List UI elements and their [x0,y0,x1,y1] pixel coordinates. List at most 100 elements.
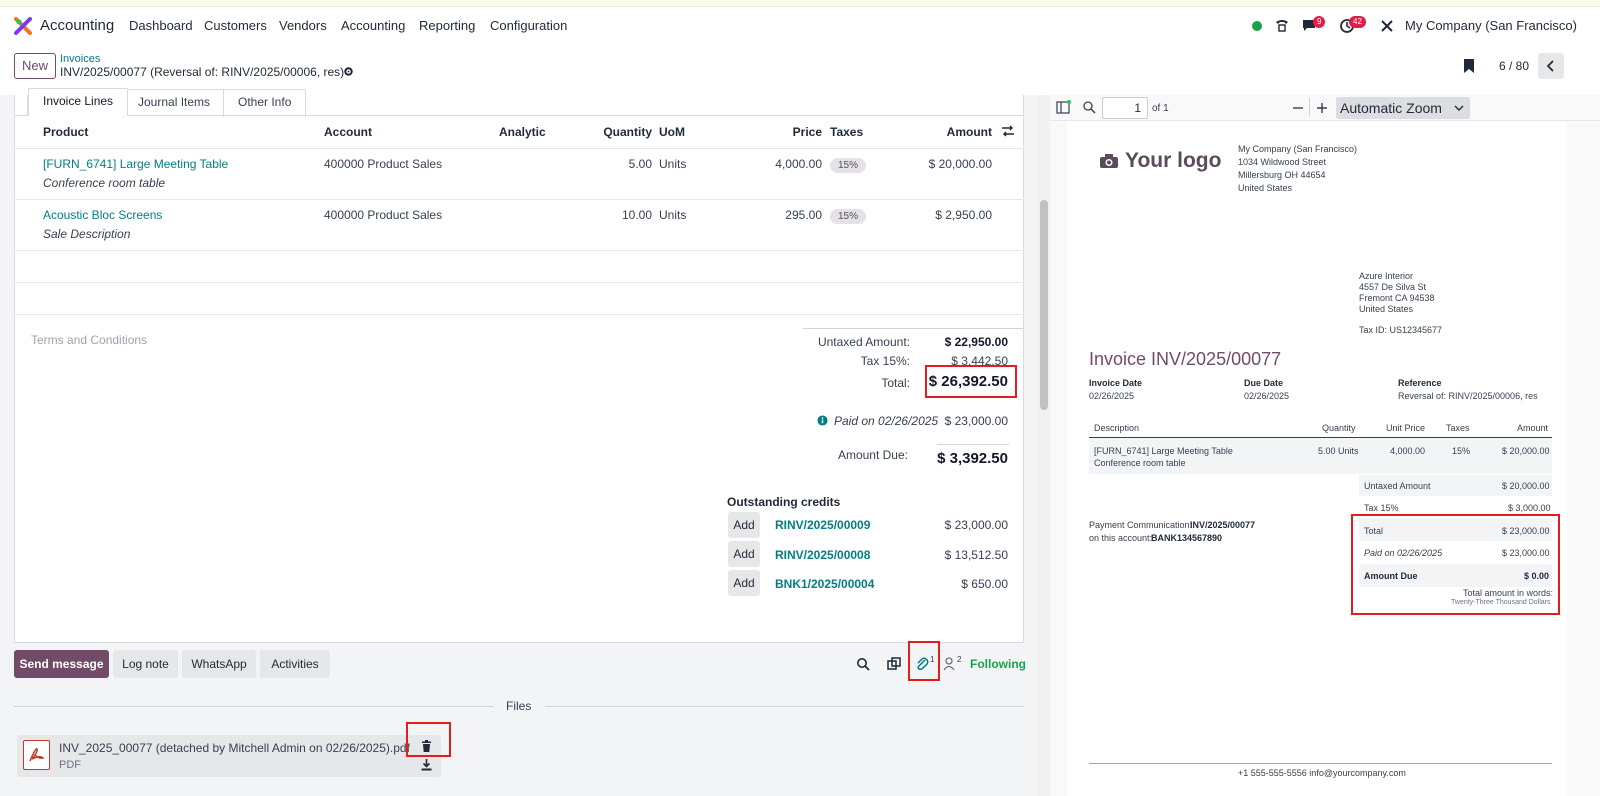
pdf-search-icon[interactable] [1082,100,1096,114]
add-credit-button[interactable]: Add [728,570,760,596]
line-product[interactable]: Acoustic Bloc Screens [43,208,162,222]
record-title: INV/2025/00077 (Reversal of: RINV/2025/0… [60,65,345,79]
menu-configuration[interactable]: Configuration [490,18,567,33]
line-uom[interactable]: Units [659,208,686,222]
terms-field[interactable]: Terms and Conditions [31,333,147,347]
pdf-reference-label: Reference [1398,378,1442,388]
send-message-button[interactable]: Send message [14,650,109,678]
line-description[interactable]: Sale Description [43,227,130,241]
add-credit-button[interactable]: Add [728,512,760,538]
tab-spacer [14,95,28,115]
line-account[interactable]: 400000 Product Sales [324,208,442,222]
tab-journal-items[interactable]: Journal Items [123,89,226,117]
col-analytic[interactable]: Analytic [499,125,546,139]
tax-label: Tax 15%: [860,354,910,368]
followers-icon[interactable] [943,657,955,671]
credit-ref[interactable]: RINV/2025/00008 [775,548,870,562]
pdf-col-unit-price: Unit Price [1386,423,1426,433]
optional-columns-icon[interactable] [1001,125,1015,137]
pdf-col-taxes: Taxes [1446,423,1470,433]
pdf-file-icon [23,740,50,770]
tab-other-info[interactable]: Other Info [223,89,307,117]
credit-ref[interactable]: RINV/2025/00009 [775,518,870,532]
pdf-line-price: 4,000.00 [1390,446,1426,456]
followers-count: 2 [957,655,962,664]
pdf-payment-comm-value: INV/2025/00077 [1190,520,1256,530]
pdf-footer: +1 555-555-5556 info@yourcompany.com [1238,768,1406,778]
col-quantity[interactable]: Quantity [590,125,652,139]
app-name[interactable]: Accounting [40,17,114,34]
pdf-page-input[interactable]: 1 [1102,97,1148,119]
tab-invoice-lines[interactable]: Invoice Lines [28,88,129,116]
pdf-footer-line [1089,763,1552,764]
col-account[interactable]: Account [324,125,372,139]
breadcrumb-invoices[interactable]: Invoices [60,53,100,65]
line-product[interactable]: [FURN_6741] Large Meeting Table [43,157,228,171]
line-account[interactable]: 400000 Product Sales [324,157,442,171]
untaxed-label: Untaxed Amount: [817,335,910,349]
row-divider [14,250,1024,251]
pager-value[interactable]: 6 / 80 [1499,59,1529,73]
add-credit-button[interactable]: Add [728,541,760,567]
search-icon[interactable] [856,657,870,671]
pdf-page-count: of 1 [1152,103,1169,114]
log-note-button[interactable]: Log note [113,650,178,678]
files-divider-right [545,706,1024,707]
line-quantity[interactable]: 5.00 [590,157,652,171]
line-amount: $ 2,950.00 [935,208,992,222]
highlight-total [925,365,1017,398]
col-price[interactable]: Price [760,125,822,139]
col-product[interactable]: Product [43,125,88,139]
pdf-due-date: 02/26/2025 [1244,391,1290,401]
tax-tag[interactable]: 15% [830,209,867,224]
menu-customers[interactable]: Customers [204,18,267,33]
menu-accounting[interactable]: Accounting [341,18,405,33]
following-button[interactable]: Following [970,657,1026,671]
gear-icon[interactable] [343,66,354,77]
line-uom[interactable]: Units [659,157,686,171]
download-icon[interactable] [421,759,432,771]
due-divider [937,444,1009,445]
status-dot-icon [1252,21,1262,31]
line-price[interactable]: 295.00 [760,208,822,222]
bookmark-icon[interactable] [1462,58,1476,74]
phone-icon[interactable] [1274,17,1290,33]
tabs-divider [14,115,1024,116]
zoom-in-icon[interactable] [1316,102,1328,114]
credit-amount: $ 23,000.00 [944,518,1008,532]
zoom-select[interactable]: Automatic Zoom [1336,97,1470,119]
pdf-untaxed-label: Untaxed Amount [1364,481,1431,491]
menu-dashboard[interactable]: Dashboard [129,18,193,33]
pdf-company-line: Millersburg OH 44654 [1238,170,1326,180]
debug-tools-icon[interactable] [1379,18,1395,34]
pdf-due-date-label: Due Date [1244,378,1284,388]
col-uom[interactable]: UoM [659,125,685,139]
new-button[interactable]: New [14,53,56,79]
info-icon[interactable] [817,415,828,426]
menu-vendors[interactable]: Vendors [279,18,327,33]
line-price[interactable]: 4,000.00 [760,157,822,171]
company-switcher[interactable]: My Company (San Francisco) [1405,18,1577,33]
main-navbar: Accounting Dashboard Customers Vendors A… [0,7,1600,45]
pager-previous-button[interactable] [1538,53,1564,79]
menu-reporting[interactable]: Reporting [419,18,475,33]
credit-ref[interactable]: BNK1/2025/00004 [775,577,874,591]
accounting-app-icon[interactable] [14,17,32,35]
zoom-out-icon[interactable] [1292,102,1304,114]
pdf-reference: Reversal of: RINV/2025/00006, res [1398,391,1538,401]
form-sheet [14,95,1024,643]
col-amount[interactable]: Amount [920,125,992,139]
sidebar-toggle-icon[interactable] [1056,100,1072,114]
pdf-tax-label: Tax 15% [1364,503,1399,513]
expand-chatter-icon[interactable] [887,657,902,671]
activities-button[interactable]: Activities [260,650,330,678]
line-description[interactable]: Conference room table [43,176,165,190]
pdf-payment-comm-label: Payment Communication: [1089,520,1193,530]
pdf-line-tax: 15% [1452,446,1471,456]
form-scrollbar-thumb[interactable] [1040,200,1048,410]
whatsapp-button[interactable]: WhatsApp [182,650,256,678]
col-taxes[interactable]: Taxes [830,125,863,139]
line-quantity[interactable]: 10.00 [590,208,652,222]
pdf-invoice-date: 02/26/2025 [1089,391,1135,401]
tax-tag[interactable]: 15% [830,158,867,173]
